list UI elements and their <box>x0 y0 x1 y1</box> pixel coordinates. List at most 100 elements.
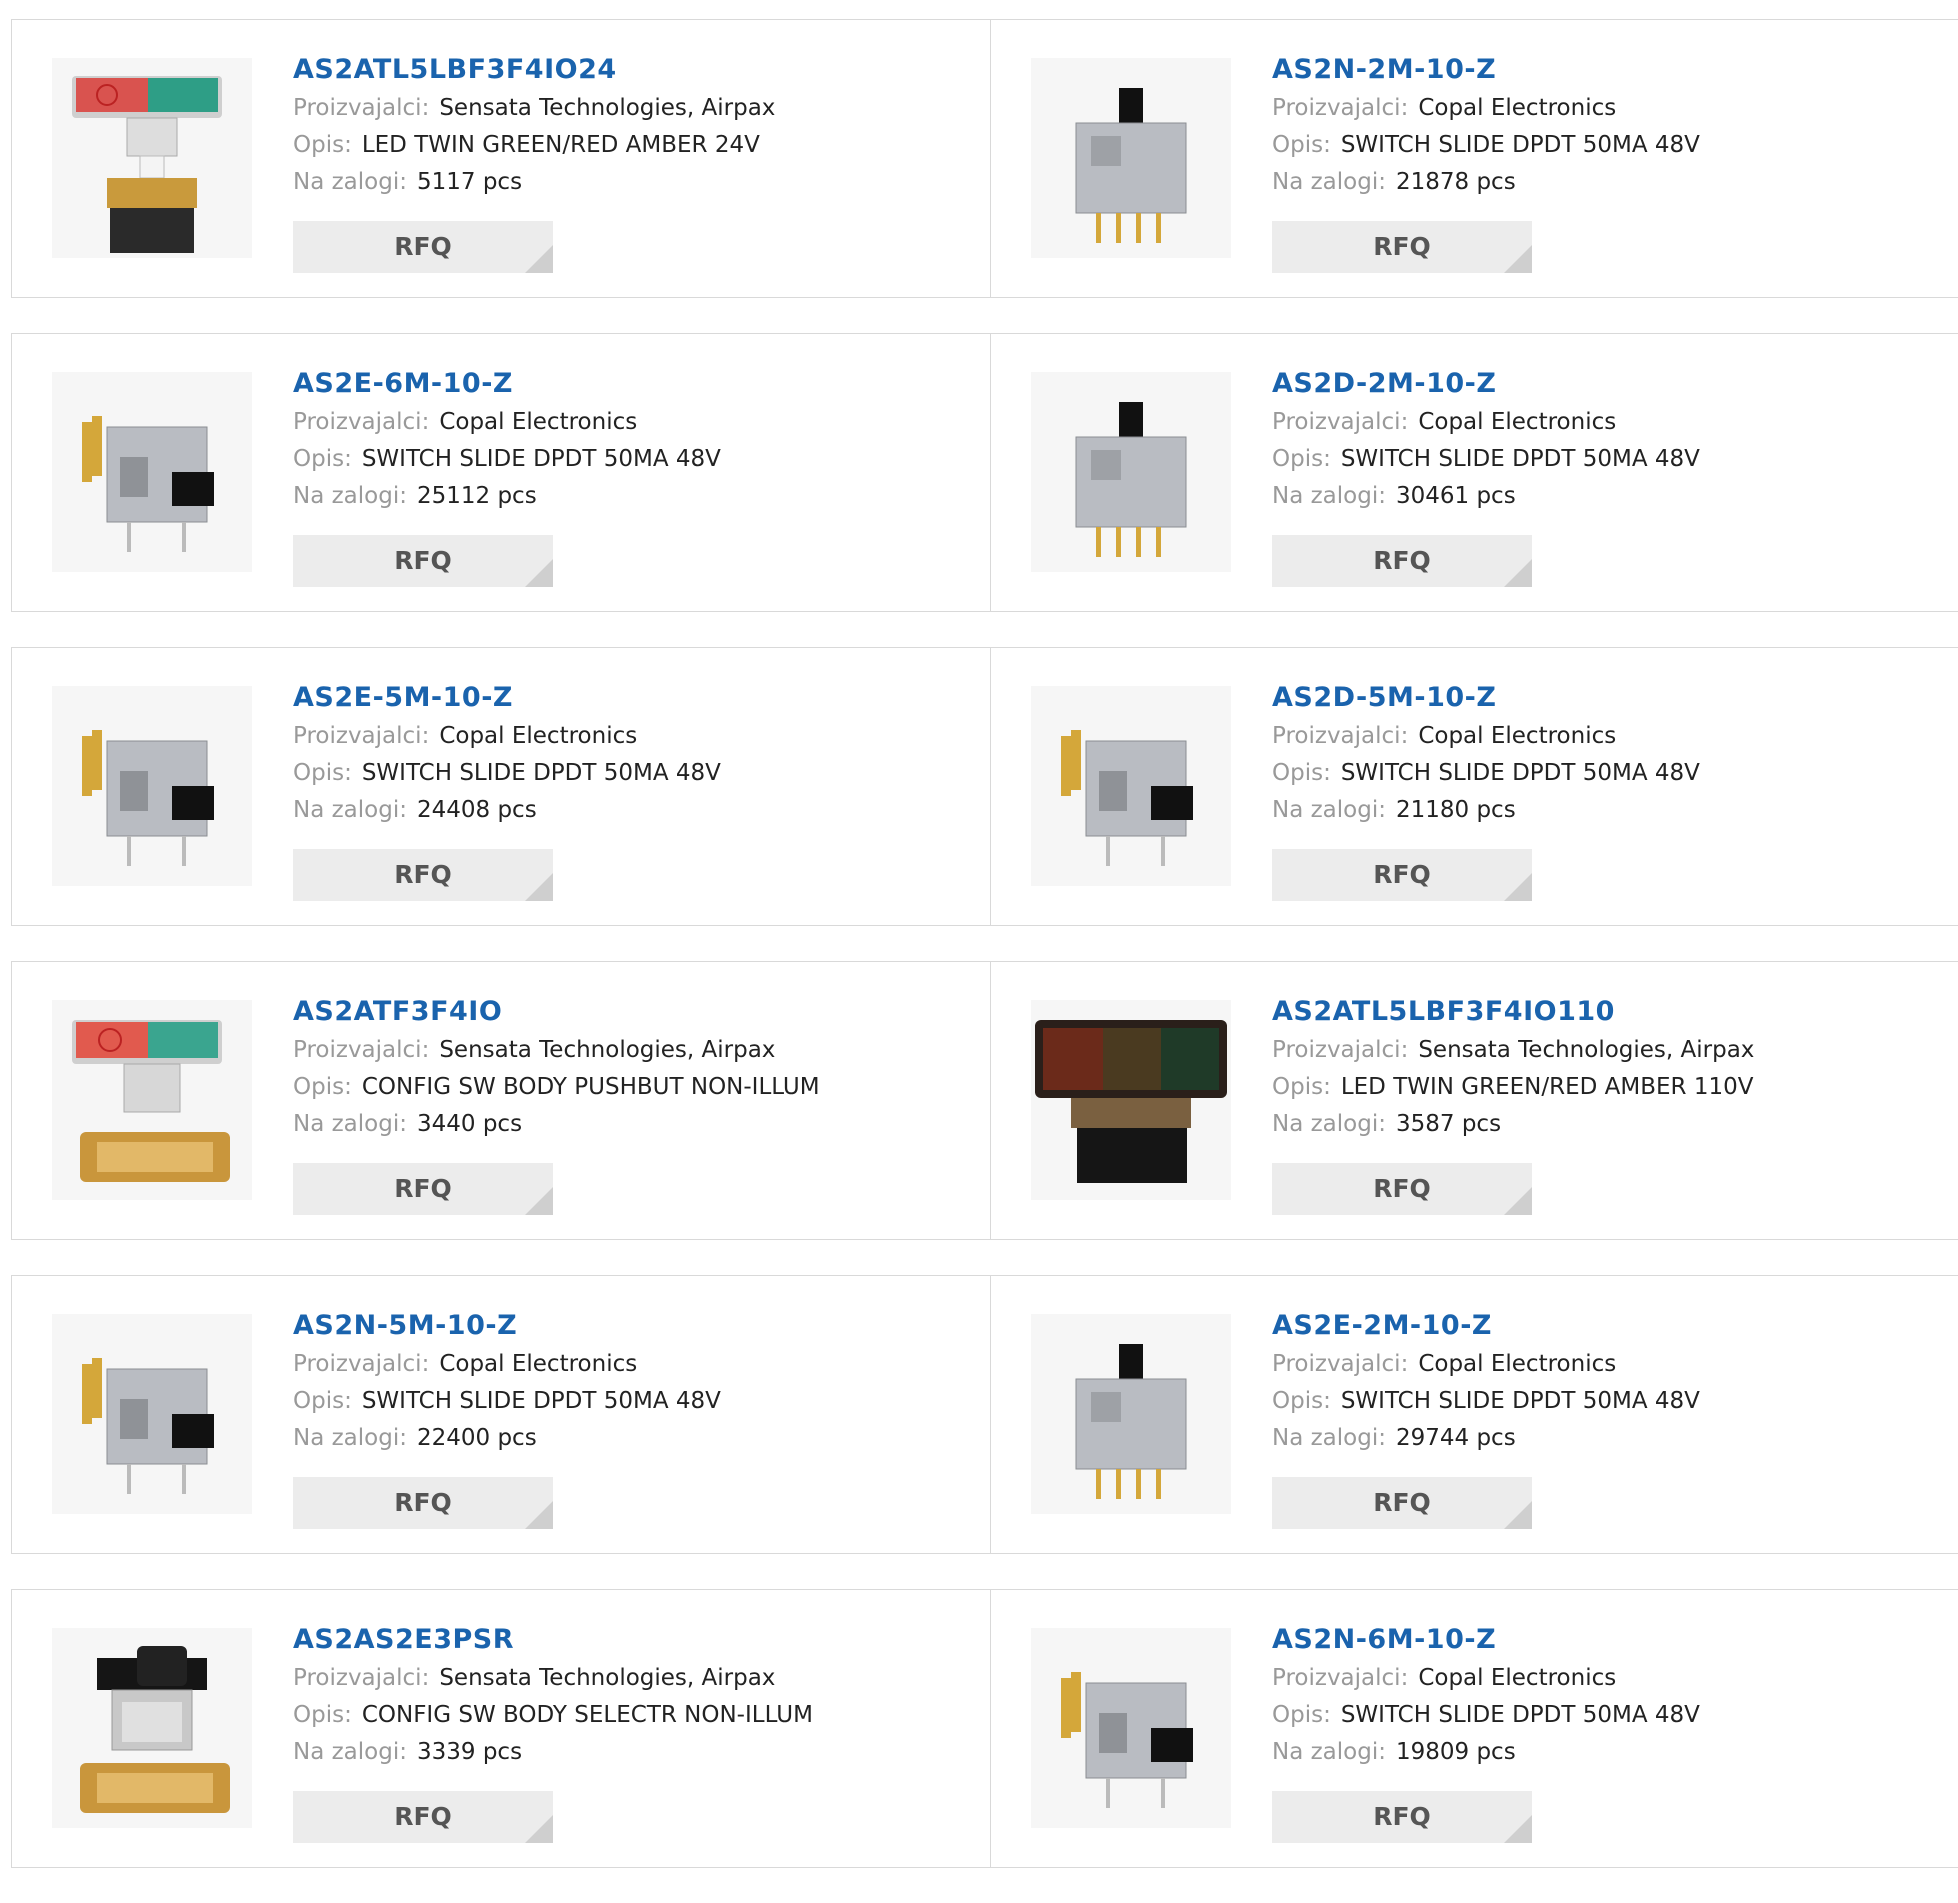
part-number-link[interactable]: AS2ATF3F4IO <box>293 992 820 1032</box>
manufacturer-value: Copal Electronics <box>439 723 638 749</box>
description-value: CONFIG SW BODY SELECTR NON-ILLUM <box>361 1702 813 1728</box>
manufacturer-label: Proizvajalci: <box>293 1665 430 1691</box>
part-number-link[interactable]: AS2E-2M-10-Z <box>1272 1306 1700 1346</box>
description-value: SWITCH SLIDE DPDT 50MA 48V <box>1340 132 1700 158</box>
product-info: AS2E-5M-10-Z Proizvajalci: Copal Electron… <box>293 678 721 829</box>
rfq-button[interactable]: RFQ <box>293 535 553 587</box>
stock-line: Na zalogi: 25112 pcs <box>293 478 721 515</box>
part-number-link[interactable]: AS2D-5M-10-Z <box>1272 678 1700 718</box>
part-number-link[interactable]: AS2N-2M-10-Z <box>1272 50 1700 90</box>
product-card: AS2E-5M-10-Z Proizvajalci: Copal Electron… <box>12 648 991 925</box>
stock-value: 5117 pcs <box>416 169 523 195</box>
rfq-label: RFQ <box>394 860 452 889</box>
stock-line: Na zalogi: 24408 pcs <box>293 792 721 829</box>
stock-line: Na zalogi: 19809 pcs <box>1272 1734 1700 1771</box>
manufacturer-value: Sensata Technologies, Airpax <box>439 1037 776 1063</box>
product-image[interactable] <box>52 1000 252 1200</box>
rfq-label: RFQ <box>1373 860 1431 889</box>
rfq-button[interactable]: RFQ <box>293 1791 553 1843</box>
manufacturer-line: Proizvajalci: Copal Electronics <box>293 1346 721 1383</box>
stock-value: 3339 pcs <box>416 1739 523 1765</box>
product-card: AS2AS2E3PSR Proizvajalci: Sensata Technol… <box>12 1590 991 1867</box>
product-info: AS2D-5M-10-Z Proizvajalci: Copal Electron… <box>1272 678 1700 829</box>
product-image[interactable] <box>1031 372 1231 572</box>
rfq-button[interactable]: RFQ <box>1272 535 1532 587</box>
manufacturer-value: Copal Electronics <box>1418 409 1617 435</box>
rfq-button[interactable]: RFQ <box>293 849 553 901</box>
rfq-button[interactable]: RFQ <box>1272 849 1532 901</box>
product-image[interactable] <box>1031 1628 1231 1828</box>
stock-label: Na zalogi: <box>293 483 407 509</box>
product-row: AS2ATL5LBF3F4IO24 Proizvajalci: Sensata T… <box>11 19 1958 298</box>
product-image[interactable] <box>1031 1000 1231 1200</box>
manufacturer-line: Proizvajalci: Copal Electronics <box>1272 404 1700 441</box>
description-line: Opis: CONFIG SW BODY PUSHBUT NON-ILLUM <box>293 1069 820 1106</box>
corner-triangle-icon <box>525 245 553 273</box>
manufacturer-label: Proizvajalci: <box>293 1037 430 1063</box>
manufacturer-label: Proizvajalci: <box>1272 1037 1409 1063</box>
corner-triangle-icon <box>1504 1815 1532 1843</box>
product-info: AS2N-6M-10-Z Proizvajalci: Copal Electron… <box>1272 1620 1700 1771</box>
rfq-button[interactable]: RFQ <box>1272 1477 1532 1529</box>
product-image[interactable] <box>1031 686 1231 886</box>
stock-label: Na zalogi: <box>1272 483 1386 509</box>
rfq-label: RFQ <box>1373 1174 1431 1203</box>
part-number-link[interactable]: AS2AS2E3PSR <box>293 1620 813 1660</box>
part-number-link[interactable]: AS2E-6M-10-Z <box>293 364 721 404</box>
stock-label: Na zalogi: <box>1272 1425 1386 1451</box>
product-image[interactable] <box>52 686 252 886</box>
part-number-link[interactable]: AS2D-2M-10-Z <box>1272 364 1700 404</box>
stock-line: Na zalogi: 22400 pcs <box>293 1420 721 1457</box>
part-number-link[interactable]: AS2E-5M-10-Z <box>293 678 721 718</box>
stock-label: Na zalogi: <box>293 169 407 195</box>
manufacturer-label: Proizvajalci: <box>1272 95 1409 121</box>
product-image[interactable] <box>1031 58 1231 258</box>
rfq-button[interactable]: RFQ <box>293 1163 553 1215</box>
stock-label: Na zalogi: <box>1272 1739 1386 1765</box>
product-image[interactable] <box>52 58 252 258</box>
manufacturer-line: Proizvajalci: Copal Electronics <box>293 718 721 755</box>
rfq-label: RFQ <box>1373 546 1431 575</box>
product-image[interactable] <box>1031 1314 1231 1514</box>
stock-label: Na zalogi: <box>1272 169 1386 195</box>
corner-triangle-icon <box>1504 1187 1532 1215</box>
corner-triangle-icon <box>1504 559 1532 587</box>
manufacturer-value: Copal Electronics <box>439 409 638 435</box>
part-number-link[interactable]: AS2ATL5LBF3F4IO24 <box>293 50 775 90</box>
part-number-link[interactable]: AS2N-6M-10-Z <box>1272 1620 1700 1660</box>
manufacturer-line: Proizvajalci: Sensata Technologies, Airpa… <box>1272 1032 1754 1069</box>
part-number-link[interactable]: AS2ATL5LBF3F4IO110 <box>1272 992 1754 1032</box>
product-card: AS2ATL5LBF3F4IO24 Proizvajalci: Sensata T… <box>12 20 991 297</box>
stock-value: 3587 pcs <box>1395 1111 1502 1137</box>
corner-triangle-icon <box>525 559 553 587</box>
manufacturer-line: Proizvajalci: Copal Electronics <box>1272 718 1700 755</box>
rfq-button[interactable]: RFQ <box>293 1477 553 1529</box>
stock-label: Na zalogi: <box>1272 1111 1386 1137</box>
part-number-link[interactable]: AS2N-5M-10-Z <box>293 1306 721 1346</box>
manufacturer-line: Proizvajalci: Sensata Technologies, Airpa… <box>293 1032 820 1069</box>
manufacturer-value: Copal Electronics <box>1418 95 1617 121</box>
rfq-button[interactable]: RFQ <box>1272 221 1532 273</box>
product-info: AS2ATF3F4IO Proizvajalci: Sensata Technol… <box>293 992 820 1143</box>
rfq-button[interactable]: RFQ <box>1272 1163 1532 1215</box>
rfq-button[interactable]: RFQ <box>293 221 553 273</box>
description-value: SWITCH SLIDE DPDT 50MA 48V <box>1340 446 1700 472</box>
product-card: AS2N-2M-10-Z Proizvajalci: Copal Electron… <box>991 20 1958 297</box>
product-row: AS2ATF3F4IO Proizvajalci: Sensata Technol… <box>11 961 1958 1240</box>
product-info: AS2ATL5LBF3F4IO24 Proizvajalci: Sensata T… <box>293 50 775 201</box>
product-image[interactable] <box>52 1628 252 1828</box>
product-image[interactable] <box>52 1314 252 1514</box>
stock-label: Na zalogi: <box>1272 797 1386 823</box>
description-line: Opis: SWITCH SLIDE DPDT 50MA 48V <box>1272 127 1700 164</box>
rfq-button[interactable]: RFQ <box>1272 1791 1532 1843</box>
description-line: Opis: LED TWIN GREEN/RED AMBER 24V <box>293 127 775 164</box>
stock-value: 22400 pcs <box>416 1425 537 1451</box>
product-image[interactable] <box>52 372 252 572</box>
product-card: AS2ATF3F4IO Proizvajalci: Sensata Technol… <box>12 962 991 1239</box>
manufacturer-value: Copal Electronics <box>1418 1665 1617 1691</box>
description-line: Opis: SWITCH SLIDE DPDT 50MA 48V <box>1272 755 1700 792</box>
stock-line: Na zalogi: 3339 pcs <box>293 1734 813 1771</box>
description-label: Opis: <box>1272 446 1331 472</box>
product-row: AS2N-5M-10-Z Proizvajalci: Copal Electron… <box>11 1275 1958 1554</box>
rfq-label: RFQ <box>1373 232 1431 261</box>
